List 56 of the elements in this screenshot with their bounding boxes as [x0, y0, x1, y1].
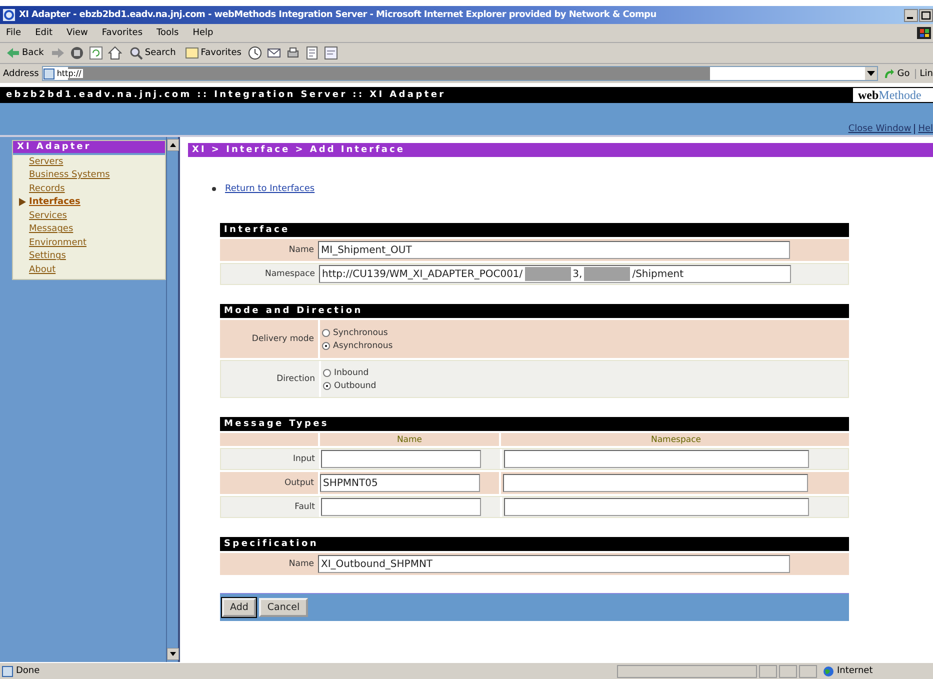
header-link[interactable]: Hel [914, 124, 933, 134]
go-button[interactable]: Go [881, 68, 912, 80]
nav-link[interactable]: Services [29, 210, 67, 221]
form-button[interactable]: Add [222, 598, 256, 617]
field-label: Fault [294, 502, 316, 512]
address-label: Address [3, 68, 39, 78]
nav-link[interactable]: Servers [29, 156, 64, 167]
menu-item[interactable]: Favorites [102, 28, 143, 38]
nav-link[interactable]: About [29, 264, 56, 275]
text-field[interactable]: MI_Shipment_OUT [318, 241, 790, 259]
nav-title: XI Adapter [13, 141, 165, 155]
text-field[interactable]: http://CU139/WM_XI_ADAPTER_POC001/ 3, /Shipment [319, 265, 791, 283]
nav-link[interactable]: Interfaces [29, 197, 80, 208]
search-button[interactable]: Search [126, 46, 178, 60]
menu-item[interactable]: File [6, 28, 22, 38]
nav-link[interactable]: Business Systems [29, 170, 110, 180]
radio-option[interactable]: Outbound [323, 380, 376, 390]
radio-option[interactable]: Inbound [323, 368, 376, 378]
text-field[interactable]: XI_Outbound_SHPMNT [318, 555, 790, 573]
logo: webMethode [853, 88, 933, 102]
column-header: Name [318, 433, 499, 446]
breadcrumb-bar: XI > Interface > Add Interface [188, 143, 933, 157]
field-label: Delivery mode [250, 334, 315, 344]
radio-option[interactable]: Asynchronous [322, 340, 393, 350]
section-header: Message Types [220, 417, 849, 431]
menu-item[interactable]: Edit [35, 28, 52, 38]
menu-item[interactable]: Tools [156, 28, 179, 38]
back-button[interactable]: Back [4, 46, 46, 60]
menu-item[interactable]: View [66, 28, 88, 38]
window-title: XI Adapter - ebzb2bd1.eadv.na.jnj.com - webMethods Integration Server - Microsoft Internet Explorer provided by Network & Compu [19, 10, 656, 20]
radio-option[interactable]: Synchronous [322, 328, 393, 338]
zone-label: Internet [819, 666, 933, 676]
section-header: Mode and Direction [220, 304, 849, 318]
field-label: Output [283, 478, 315, 488]
field-label: Namespace [264, 269, 316, 279]
address-field[interactable]: http:// [42, 66, 878, 81]
field-label: Input [292, 454, 316, 464]
section-header: Interface [220, 223, 849, 237]
status-text: Done [0, 666, 615, 676]
nav-link[interactable]: Messages [29, 224, 74, 234]
field-label: Name [288, 245, 315, 255]
return-link[interactable]: Return to Interfaces [225, 184, 315, 194]
favorites-button[interactable]: Favorites [182, 46, 244, 60]
section-header: Specification [220, 537, 849, 551]
menu-item[interactable]: Help [192, 28, 214, 38]
nav-link[interactable]: Records [29, 184, 65, 194]
nav-link[interactable]: Settings [29, 251, 66, 262]
nav-link[interactable]: Environment [29, 238, 86, 248]
links-button[interactable]: Lin [914, 68, 933, 78]
form-button[interactable]: Cancel [259, 598, 308, 617]
text-field[interactable]: SHPMNT05 [320, 474, 480, 492]
server-title: ebzb2bd1.eadv.na.jnj.com :: Integration Server :: XI Adapter [6, 90, 446, 100]
field-label: Name [288, 559, 315, 569]
column-header: Namespace [499, 433, 849, 446]
header-link[interactable]: Close Window [845, 124, 914, 134]
field-label: Direction [276, 374, 316, 384]
